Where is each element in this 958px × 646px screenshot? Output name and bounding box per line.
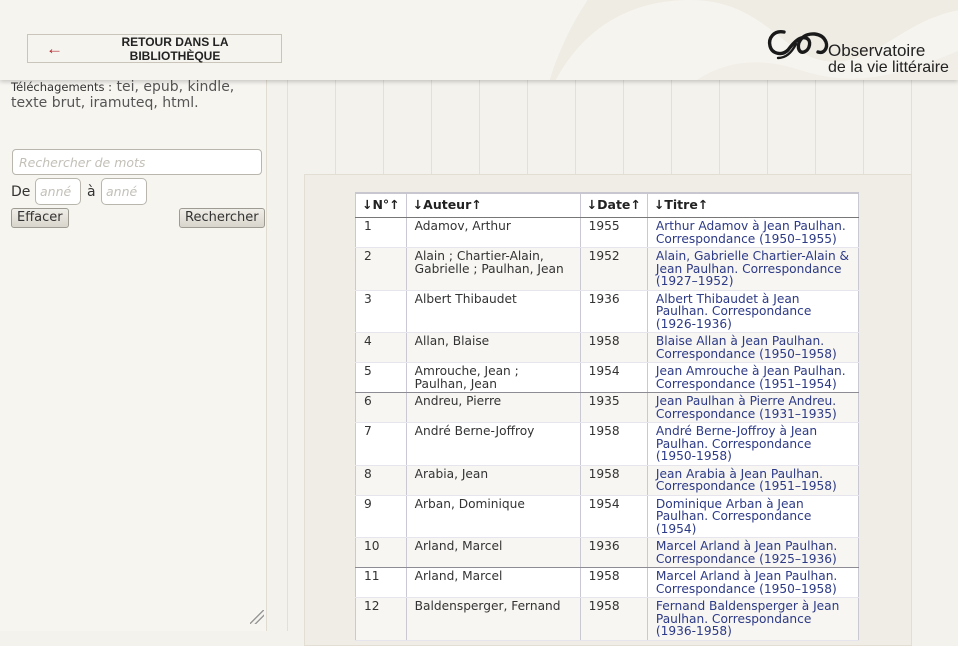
cell-date: 1954	[579, 495, 648, 538]
cell-title: Jean Paulhan à Pierre Andreu. Correspond…	[646, 392, 860, 423]
header: ← RETOUR DANS LA BIBLIOTHÈQUE Observatoi…	[0, 0, 958, 80]
downloads-info: Téléchagements : tei, epub, kindle, text…	[11, 79, 256, 111]
table-row: 11 Arland, Marcel 1958 Marcel Arland à Jean…	[355, 567, 860, 598]
cell-number: 5	[355, 362, 407, 393]
title-link[interactable]: Blaise Allan à Jean Paulhan. Corresponda…	[656, 334, 837, 361]
cell-date: 1958	[579, 465, 648, 496]
table-row: 10 Arland, Marcel 1936 Marcel Arland à Jean…	[355, 537, 860, 568]
table-row: 12 Baldensperger, Fernand 1958 Fernand Bald…	[355, 597, 860, 641]
cell-number: 11	[355, 567, 407, 598]
cell-title: Arthur Adamov à Jean Paulhan. Correspond…	[646, 217, 860, 248]
cell-number: 4	[355, 332, 407, 363]
cell-author: Allan, Blaise	[405, 332, 581, 363]
title-link[interactable]: André Berne-Joffroy à Jean Paulhan. Corr…	[656, 424, 817, 463]
results-table: ↓N°↑ ↓Auteur↑ ↓Date↑ ↓Titre↑ 1 Adamov, Ar…	[355, 192, 860, 641]
cell-title: Dominique Arban à Jean Paulhan. Correspo…	[646, 495, 860, 538]
arrow-left-icon: ←	[46, 39, 63, 58]
cell-number: 1	[355, 217, 407, 248]
cell-author: André Berne-Joffroy	[405, 422, 581, 466]
title-link[interactable]: Jean Amrouche à Jean Paulhan. Correspond…	[656, 364, 846, 391]
clear-button[interactable]: Effacer	[11, 208, 69, 228]
column-header-number[interactable]: ↓N°↑	[355, 192, 407, 218]
cell-number: 10	[355, 537, 407, 568]
table-row: 4 Allan, Blaise 1958 Blaise Allan à Jean Pa…	[355, 332, 860, 363]
cell-number: 8	[355, 465, 407, 496]
cell-author: Albert Thibaudet	[405, 290, 581, 333]
title-link[interactable]: Arthur Adamov à Jean Paulhan. Correspond…	[656, 219, 846, 246]
table-row: 3 Albert Thibaudet 1936 Albert Thibaudet à …	[355, 290, 860, 333]
cell-date: 1958	[579, 567, 648, 598]
cell-date: 1958	[579, 597, 648, 641]
logo[interactable]: Observatoire de la vie littéraire	[766, 26, 956, 78]
cell-title: Jean Arabia à Jean Paulhan. Correspondan…	[646, 465, 860, 496]
table-row: 2 Alain ; Chartier-Alain, Gabrielle ; Pau…	[355, 247, 860, 291]
logo-title: Observatoire	[828, 41, 926, 60]
cell-date: 1935	[579, 392, 648, 423]
logo-swirl-icon	[767, 30, 829, 60]
cell-author: Baldensperger, Fernand	[405, 597, 581, 641]
cell-title: Fernand Baldensperger à Jean Paulhan. Co…	[646, 597, 860, 641]
cell-title: André Berne-Joffroy à Jean Paulhan. Corr…	[646, 422, 860, 466]
cell-author: Arabia, Jean	[405, 465, 581, 496]
logo-subtitle: de la vie littéraire	[828, 59, 949, 76]
column-header-author[interactable]: ↓Auteur↑	[405, 192, 581, 218]
title-link[interactable]: Albert Thibaudet à Jean Paulhan. Corresp…	[656, 292, 811, 331]
cell-date: 1952	[579, 247, 648, 291]
cell-number: 6	[355, 392, 407, 423]
table-row: 5 Amrouche, Jean ; Paulhan, Jean 1954 Jean …	[355, 362, 860, 393]
title-link[interactable]: Marcel Arland à Jean Paulhan. Correspond…	[656, 569, 837, 596]
table-row: 8 Arabia, Jean 1958 Jean Arabia à Jean Paul…	[355, 465, 860, 496]
cell-number: 12	[355, 597, 407, 641]
back-button-label: RETOUR DANS LA BIBLIOTHÈQUE	[121, 34, 229, 63]
cell-date: 1936	[579, 537, 648, 568]
cell-date: 1955	[579, 217, 648, 248]
cell-date: 1958	[579, 422, 648, 466]
cell-author: Arland, Marcel	[405, 567, 581, 598]
cell-number: 9	[355, 495, 407, 538]
title-link[interactable]: Marcel Arland à Jean Paulhan. Correspond…	[656, 539, 837, 566]
cell-title: Marcel Arland à Jean Paulhan. Correspond…	[646, 567, 860, 598]
to-label: à	[87, 184, 96, 200]
cell-number: 3	[355, 290, 407, 333]
back-to-library-button[interactable]: ← RETOUR DANS LA BIBLIOTHÈQUE	[27, 34, 282, 63]
title-link[interactable]: Dominique Arban à Jean Paulhan. Correspo…	[656, 497, 811, 536]
search-button[interactable]: Rechercher	[179, 208, 265, 228]
cell-title: Alain, Gabrielle Chartier-Alain & Jean P…	[646, 247, 860, 291]
cell-date: 1936	[579, 290, 648, 333]
table-row: 1 Adamov, Arthur 1955 Arthur Adamov à Jean …	[355, 217, 860, 248]
cell-author: Arland, Marcel	[405, 537, 581, 568]
column-header-date[interactable]: ↓Date↑	[579, 192, 648, 218]
cell-title: Albert Thibaudet à Jean Paulhan. Corresp…	[646, 290, 860, 333]
cell-title: Blaise Allan à Jean Paulhan. Corresponda…	[646, 332, 860, 363]
table-header-row: ↓N°↑ ↓Auteur↑ ↓Date↑ ↓Titre↑	[355, 192, 860, 218]
search-input[interactable]	[12, 149, 262, 175]
cell-number: 7	[355, 422, 407, 466]
cell-date: 1958	[579, 332, 648, 363]
cell-author: Alain ; Chartier-Alain, Gabrielle ; Paul…	[405, 247, 581, 291]
cell-author: Arban, Dominique	[405, 495, 581, 538]
cell-date: 1954	[579, 362, 648, 393]
cell-title: Marcel Arland à Jean Paulhan. Correspond…	[646, 537, 860, 568]
title-link[interactable]: Jean Paulhan à Pierre Andreu. Correspond…	[656, 394, 837, 421]
sidebar: Téléchagements : tei, epub, kindle, text…	[0, 0, 267, 631]
downloads-label: Téléchagements :	[11, 80, 113, 94]
table-row: 7 André Berne-Joffroy 1958 André Berne-Joff…	[355, 422, 860, 466]
from-label: De	[11, 184, 31, 200]
year-to-input[interactable]	[101, 178, 147, 205]
cell-title: Jean Amrouche à Jean Paulhan. Correspond…	[646, 362, 860, 393]
table-row: 9 Arban, Dominique 1954 Dominique Arban à J…	[355, 495, 860, 538]
title-link[interactable]: Alain, Gabrielle Chartier-Alain & Jean P…	[656, 249, 849, 288]
cell-author: Amrouche, Jean ; Paulhan, Jean	[405, 362, 581, 393]
cell-number: 2	[355, 247, 407, 291]
title-link[interactable]: Jean Arabia à Jean Paulhan. Correspondan…	[656, 467, 837, 494]
resize-handle[interactable]	[250, 610, 264, 624]
title-link[interactable]: Fernand Baldensperger à Jean Paulhan. Co…	[656, 599, 839, 638]
cell-author: Adamov, Arthur	[405, 217, 581, 248]
cell-author: Andreu, Pierre	[405, 392, 581, 423]
column-header-title[interactable]: ↓Titre↑	[646, 192, 860, 218]
year-from-input[interactable]	[35, 178, 81, 205]
table-row: 6 Andreu, Pierre 1935 Jean Paulhan à Pierre…	[355, 392, 860, 423]
